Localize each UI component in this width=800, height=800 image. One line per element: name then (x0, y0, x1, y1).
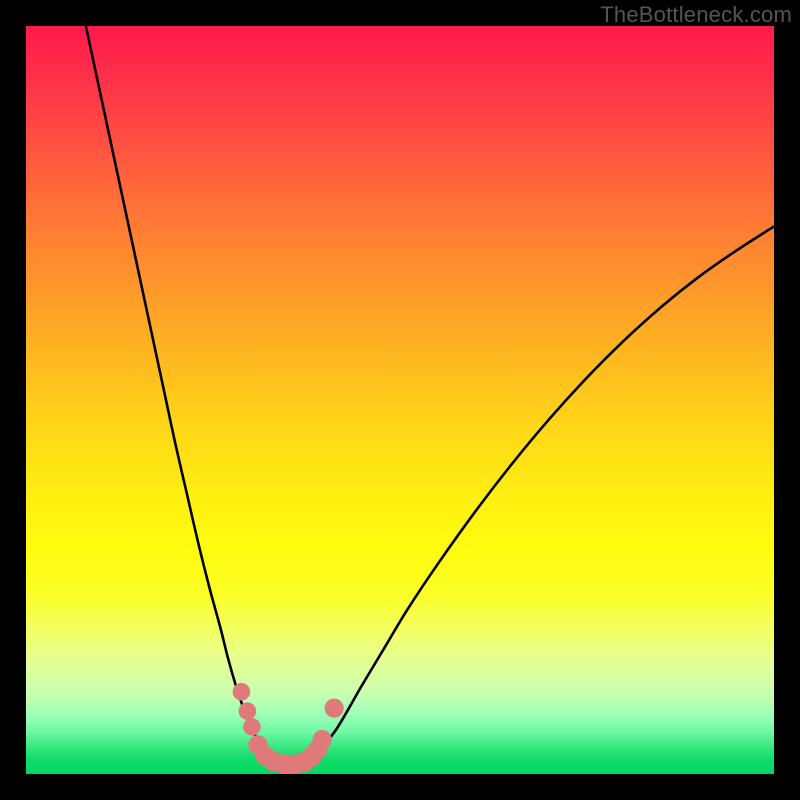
valley-dot (243, 718, 261, 736)
plot-area (26, 26, 774, 774)
valley-dot (313, 730, 332, 749)
valley-dot (239, 702, 257, 720)
chart-frame: TheBottleneck.com (0, 0, 800, 800)
watermark-text: TheBottleneck.com (600, 2, 792, 28)
bottleneck-curve (26, 26, 774, 774)
valley-dot (325, 699, 344, 718)
valley-dot (233, 683, 251, 701)
